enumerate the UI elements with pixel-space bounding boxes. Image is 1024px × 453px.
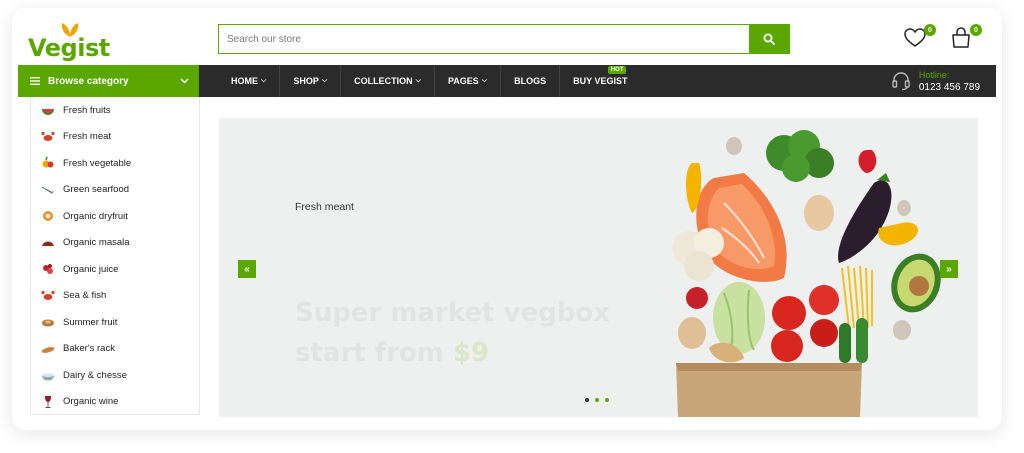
masala-icon — [41, 236, 55, 250]
category-item-organic-masala[interactable]: Organic masala — [31, 230, 199, 257]
nav-item-home[interactable]: HOME ⌵ — [218, 65, 281, 97]
category-item-fresh-meat[interactable]: Fresh meat — [31, 124, 199, 151]
nav-item-label: PAGES — [447, 76, 479, 86]
slider-dot[interactable] — [595, 398, 599, 402]
hero-title-line2-text: start from — [295, 338, 444, 368]
category-item-dairy-chesse[interactable]: Dairy & chesse — [31, 362, 199, 389]
category-label: Organic masala — [63, 237, 130, 249]
search-bar — [218, 24, 790, 54]
category-item-summer-fruit[interactable]: Summer fruit — [31, 309, 199, 336]
category-item-sea-fish[interactable]: Sea & fish — [31, 283, 199, 310]
dryfruit-icon — [41, 209, 55, 223]
vegist-logo[interactable]: Vegist — [28, 22, 114, 62]
category-item-organic-juice[interactable]: Organic juice — [31, 256, 199, 283]
slider-pagination — [585, 398, 609, 402]
watermelon-icon — [41, 103, 55, 117]
search-button[interactable] — [749, 25, 789, 53]
nav-item-pages[interactable]: PAGES ⌵ — [435, 65, 502, 97]
wishlist-button[interactable]: 0 — [904, 24, 936, 50]
category-label: Organic wine — [63, 396, 119, 408]
category-item-green-searfood[interactable]: Green searfood — [31, 177, 199, 204]
search-icon — [763, 33, 775, 45]
double-chevron-right-icon: » — [946, 263, 952, 275]
category-sidebar: Fresh fruits Fresh meat Fresh vegetable … — [30, 97, 200, 415]
nav-item-shop[interactable]: SHOP ⌵ — [280, 65, 342, 97]
main-navbar: Browse category HOME ⌵ SHOP ⌵ COLLECTION ⌵ … — [18, 65, 996, 97]
category-label: Dairy & chesse — [63, 369, 127, 381]
chevron-down-icon — [180, 78, 189, 84]
category-label: Baker's rack — [63, 343, 115, 355]
crab-icon — [41, 130, 55, 144]
hero-subtitle: Fresh meant — [295, 201, 354, 213]
wine-icon — [41, 395, 55, 409]
caret-down-icon: ⌵ — [321, 77, 328, 84]
nav-menu: HOME ⌵ SHOP ⌵ COLLECTION ⌵ PAGES ⌵ BLOGS BUY… — [218, 65, 640, 97]
category-item-bakers-rack[interactable]: Baker's rack — [31, 336, 199, 363]
slider-next-button[interactable]: » — [940, 260, 958, 278]
slider-dot[interactable] — [605, 398, 609, 402]
hotline: Hotline: 0123 456 789 — [891, 67, 980, 95]
nav-item-label: HOME — [231, 76, 258, 86]
heart-icon — [904, 28, 926, 47]
category-item-organic-dryfruit[interactable]: Organic dryfruit — [31, 203, 199, 230]
grocery-bag-image — [672, 130, 941, 417]
category-label: Green searfood — [63, 184, 130, 196]
slider-dot[interactable] — [585, 398, 589, 402]
category-label: Organic juice — [63, 263, 119, 275]
browse-category-button[interactable]: Browse category — [18, 65, 199, 97]
browse-category-label: Browse category — [48, 75, 129, 87]
nav-item-buy-vegist[interactable]: BUY VEGIST HOT — [560, 65, 640, 97]
hero-slider: Fresh meant Super market vegbox start fr… — [219, 118, 978, 417]
store-window: Vegist 0 0 B — [12, 8, 1002, 430]
nav-item-collection[interactable]: COLLECTION ⌵ — [341, 65, 435, 97]
logo-text: Vegist — [28, 34, 110, 62]
wishlist-count-badge: 0 — [924, 24, 936, 36]
nav-item-label: COLLECTION — [354, 76, 413, 86]
vegetable-icon — [41, 156, 55, 170]
hotline-label: Hotline: — [918, 69, 950, 80]
caret-down-icon: ⌵ — [415, 77, 421, 84]
category-item-organic-wine[interactable]: Organic wine — [31, 389, 199, 416]
hero-title-line2: start from $9 — [295, 333, 610, 373]
crab-icon — [41, 289, 55, 303]
category-label: Fresh vegetable — [63, 157, 132, 169]
hero-title-line1: Super market vegbox — [295, 298, 610, 328]
hotline-number[interactable]: 0123 456 789 — [919, 82, 980, 93]
juice-icon — [41, 262, 55, 276]
nav-item-blogs[interactable]: BLOGS — [501, 65, 561, 97]
caret-down-icon: ⌵ — [261, 77, 267, 84]
double-chevron-left-icon: « — [244, 263, 250, 275]
caret-down-icon: ⌵ — [481, 77, 488, 84]
fruit-icon — [41, 315, 55, 329]
hero-price: $9 — [452, 338, 490, 368]
category-item-fresh-fruits[interactable]: Fresh fruits — [31, 97, 199, 124]
category-item-fresh-vegetable[interactable]: Fresh vegetable — [31, 150, 199, 177]
headset-icon — [892, 72, 910, 91]
dairy-icon — [41, 368, 55, 382]
category-label: Fresh meat — [63, 131, 112, 143]
shopping-bag-icon — [952, 27, 970, 48]
cart-button[interactable]: 0 — [950, 24, 982, 50]
slider-prev-button[interactable]: « — [238, 260, 256, 278]
category-label: Sea & fish — [63, 290, 107, 302]
cart-count-badge: 0 — [970, 24, 982, 36]
fish-icon — [41, 183, 55, 197]
menu-icon — [30, 77, 40, 85]
category-label: Organic dryfruit — [63, 210, 128, 222]
nav-item-label: BLOGS — [514, 76, 547, 86]
hero-title: Super market vegbox start from $9 — [295, 293, 610, 373]
bread-icon — [41, 342, 55, 356]
hot-badge: HOT — [607, 66, 627, 74]
category-label: Summer fruit — [63, 316, 118, 328]
search-input[interactable] — [219, 25, 749, 53]
category-label: Fresh fruits — [63, 104, 111, 116]
nav-item-label: SHOP — [293, 76, 319, 86]
nav-item-label: BUY VEGIST — [573, 76, 628, 86]
